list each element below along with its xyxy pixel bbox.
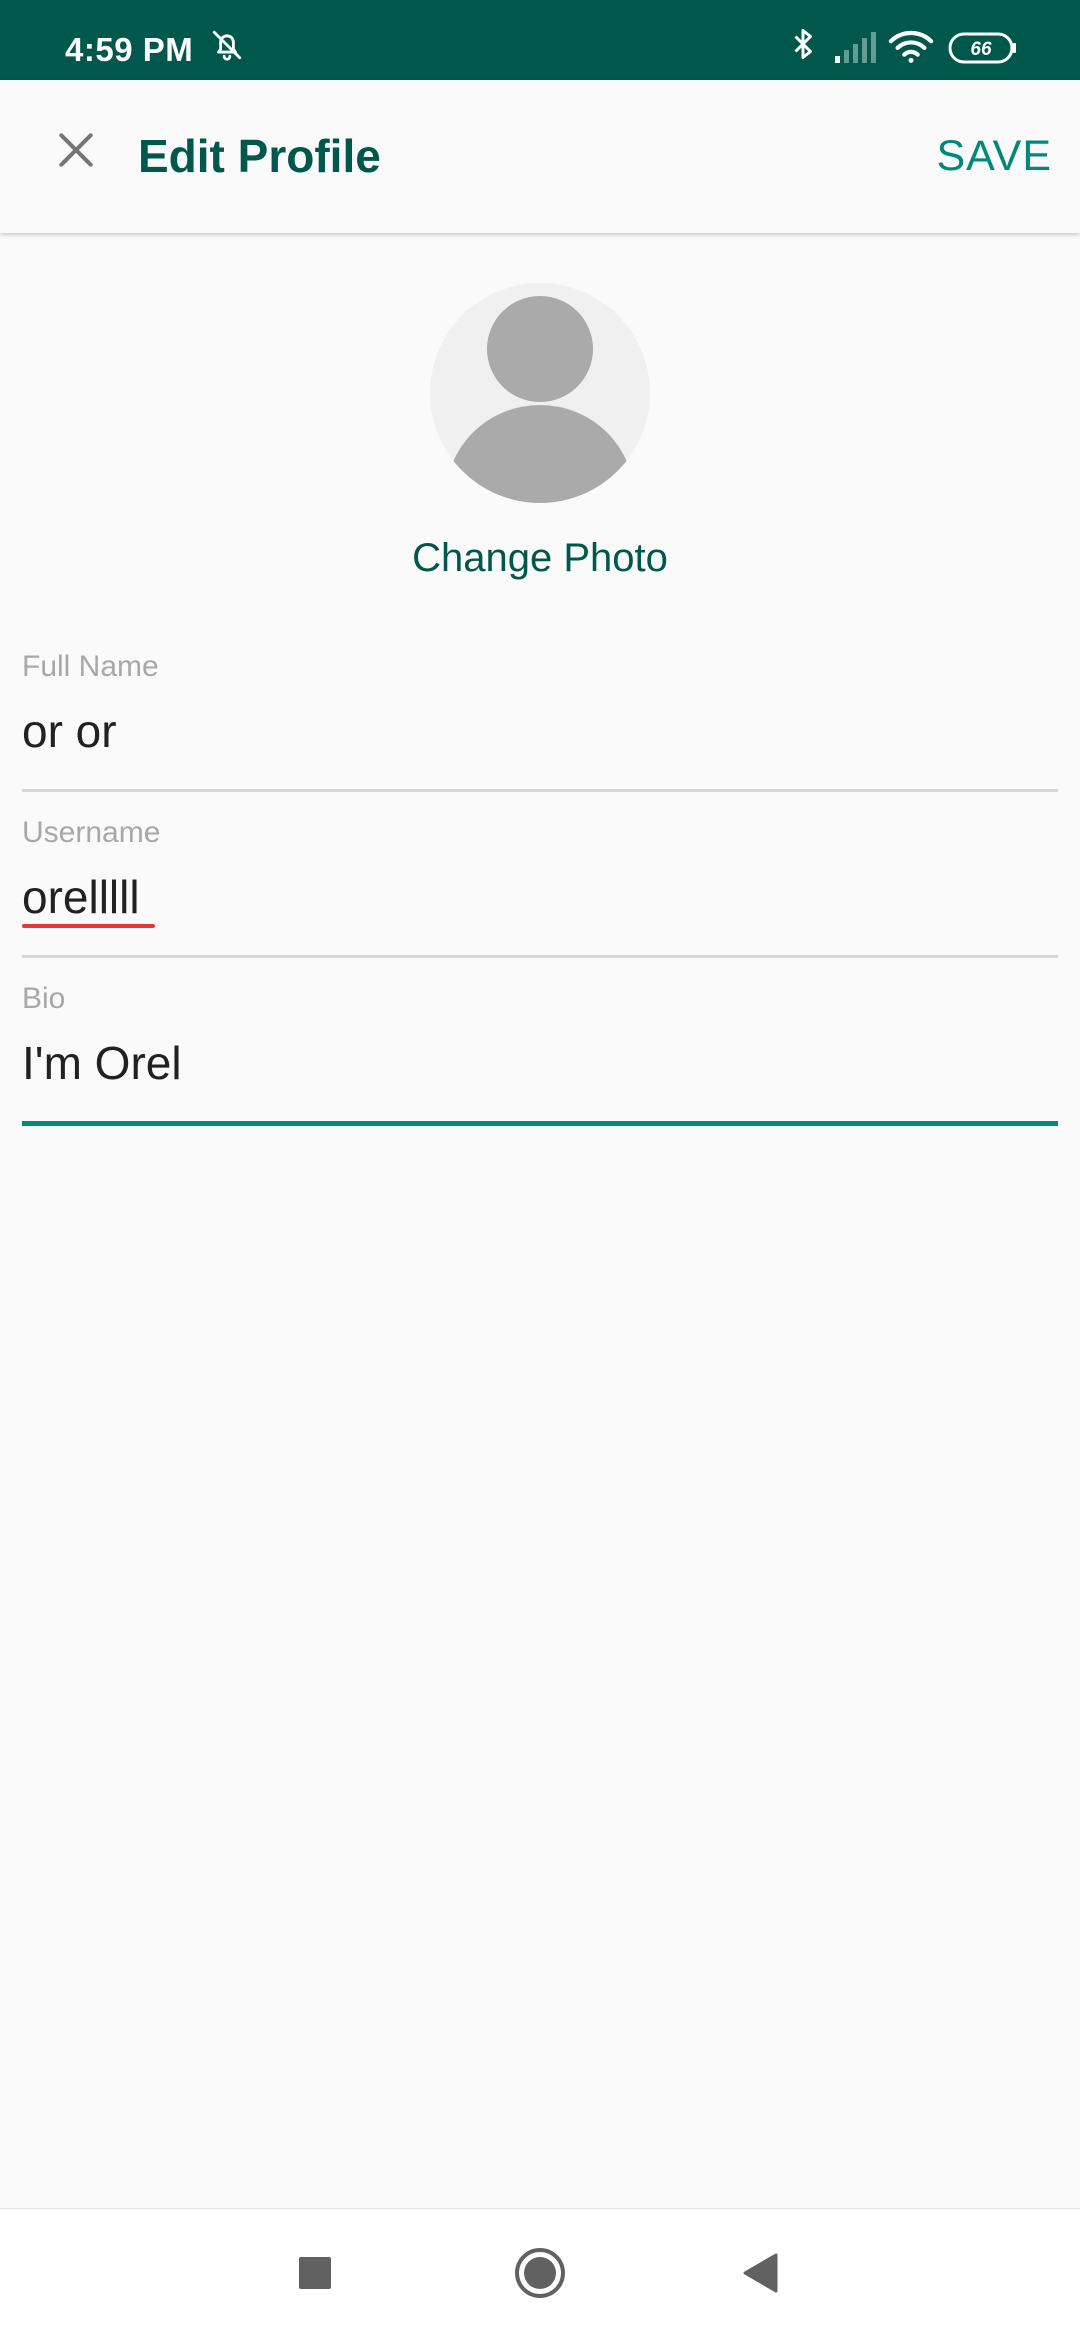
spellcheck-underline [22, 924, 155, 928]
home-button[interactable] [510, 2245, 570, 2305]
save-button[interactable]: SAVE [936, 80, 1052, 233]
close-icon [54, 128, 98, 177]
username-field[interactable]: Username orelllll [22, 816, 1058, 961]
change-photo-button[interactable]: Change Photo [0, 536, 1080, 581]
back-triangle-icon [740, 2252, 780, 2299]
bio-label: Bio [22, 982, 66, 1015]
username-underline [22, 955, 1058, 958]
username-input[interactable]: orelllll [22, 870, 140, 924]
system-nav-bar [0, 2208, 1080, 2341]
default-avatar-icon [430, 296, 650, 503]
signal-icon [834, 30, 878, 69]
bluetooth-icon [790, 26, 816, 67]
full-name-input[interactable]: or or [22, 704, 117, 758]
recents-button[interactable] [285, 2245, 345, 2305]
bell-off-icon [210, 28, 244, 67]
full-name-field[interactable]: Full Name or or [22, 650, 1058, 795]
home-circle-icon [513, 2246, 567, 2305]
wifi-icon [888, 28, 934, 69]
battery-icon: 66 [948, 32, 1018, 69]
bio-field[interactable]: Bio I'm Orel [22, 982, 1058, 1130]
bio-underline [22, 1121, 1058, 1126]
page-title: Edit Profile [138, 130, 381, 182]
battery-level: 66 [970, 39, 992, 60]
close-button[interactable] [40, 116, 112, 188]
username-label: Username [22, 816, 161, 849]
avatar[interactable] [430, 283, 650, 503]
status-bar: 4:59 PM 66 [0, 0, 1080, 80]
status-time: 4:59 PM [65, 31, 194, 68]
full-name-label: Full Name [22, 650, 159, 683]
bio-input[interactable]: I'm Orel [22, 1036, 182, 1090]
recents-square-icon [298, 2256, 332, 2295]
app-bar: Edit Profile SAVE [0, 80, 1080, 233]
full-name-underline [22, 789, 1058, 792]
back-button[interactable] [730, 2245, 790, 2305]
